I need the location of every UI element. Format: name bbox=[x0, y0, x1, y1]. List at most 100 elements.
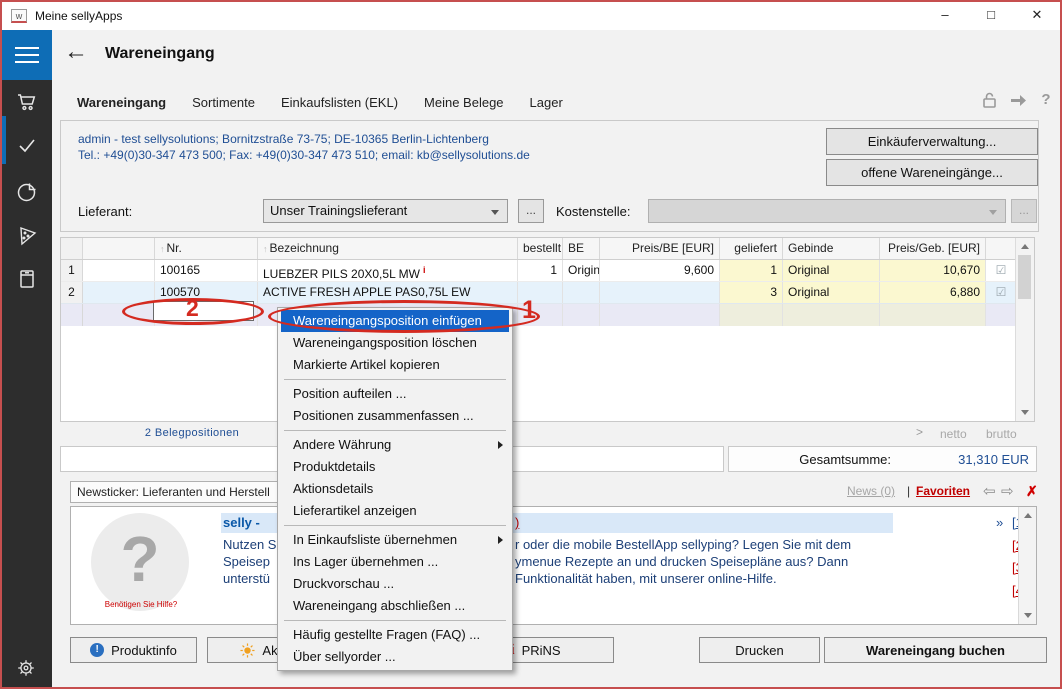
scroll-up-icon[interactable] bbox=[1021, 244, 1029, 249]
lieferant-label: Lieferant: bbox=[78, 204, 132, 219]
menu-item-in-einkaufsliste[interactable]: In Einkaufsliste übernehmen bbox=[278, 529, 512, 551]
app-window: w Meine sellyApps – □ ✕ bbox=[0, 0, 1062, 689]
favoriten-link[interactable]: Favoriten bbox=[916, 484, 970, 498]
menu-separator bbox=[284, 430, 506, 431]
news-scrollbar[interactable] bbox=[1018, 507, 1036, 624]
menu-item-druckvorschau[interactable]: Druckvorschau ... bbox=[278, 573, 512, 595]
help-icon[interactable]: ? bbox=[1036, 89, 1056, 111]
lock-icon[interactable] bbox=[980, 89, 1000, 111]
back-arrow-icon[interactable]: ← bbox=[64, 38, 88, 66]
news-body-text: r oder die mobile BestellApp sellyping? … bbox=[515, 537, 851, 552]
forward-arrow-icon[interactable] bbox=[1008, 89, 1028, 111]
menu-item-abschliessen[interactable]: Wareneingang abschließen ... bbox=[278, 595, 512, 617]
expander-icon[interactable]: > bbox=[916, 425, 923, 439]
table-header-row: ↑Nr. ↑Bezeichnung bestellt BE Preis/BE [… bbox=[61, 238, 1034, 260]
lieferant-more-button[interactable]: ... bbox=[518, 199, 544, 223]
scrollbar-thumb[interactable] bbox=[1018, 255, 1031, 299]
news-next-icon[interactable]: ⇨ bbox=[1001, 482, 1014, 500]
title-bar: w Meine sellyApps – □ ✕ bbox=[2, 2, 1060, 30]
news-prev-icon[interactable]: ⇦ bbox=[983, 482, 996, 500]
kostenstelle-more-button[interactable]: ... bbox=[1011, 199, 1037, 223]
total-box: Gesamtsumme: 31,310 EUR bbox=[728, 446, 1037, 472]
tab-bar: Wareneingang Sortimente Einkaufslisten (… bbox=[77, 95, 563, 110]
news-panel: ? Benötigen Sie Hilfe? selly - ) Nutzen … bbox=[70, 506, 1037, 625]
app-logo-icon: w bbox=[11, 9, 27, 23]
tab-sortimente[interactable]: Sortimente bbox=[192, 95, 255, 110]
active-nav-indicator bbox=[2, 116, 6, 164]
question-mark-icon: ? bbox=[91, 513, 189, 605]
scroll-down-icon[interactable] bbox=[1024, 613, 1032, 618]
row-check-icon[interactable]: ☑ bbox=[996, 285, 1007, 299]
menu-item-zusammenfassen[interactable]: Positionen zusammenfassen ... bbox=[278, 405, 512, 427]
maximize-button[interactable]: □ bbox=[968, 2, 1014, 30]
tab-wareneingang[interactable]: Wareneingang bbox=[77, 95, 166, 110]
table-row[interactable]: 1 100165 LUEBZER PILS 20X0,5L MWi 1 Orig… bbox=[61, 260, 1034, 282]
news-headline[interactable]: selly - bbox=[223, 515, 260, 530]
col-geliefert[interactable]: geliefert bbox=[720, 238, 783, 259]
menu-item-ins-lager[interactable]: Ins Lager übernehmen ... bbox=[278, 551, 512, 573]
submenu-arrow-icon bbox=[498, 536, 503, 544]
lieferant-select[interactable]: Unser Trainingslieferant bbox=[263, 199, 508, 223]
pie-chart-icon[interactable] bbox=[15, 180, 39, 204]
gear-icon[interactable] bbox=[15, 657, 37, 679]
supplier-panel: admin - test sellysolutions; Bornitzstra… bbox=[60, 120, 1039, 232]
col-nr[interactable]: ↑Nr. bbox=[155, 238, 258, 259]
check-icon[interactable] bbox=[15, 133, 39, 157]
window-title: Meine sellyApps bbox=[35, 9, 122, 23]
netto-label[interactable]: netto bbox=[940, 427, 967, 441]
news-body-text: Funktionalität haben, mit unserer online… bbox=[515, 571, 777, 586]
produktinfo-button[interactable]: ! Produktinfo bbox=[70, 637, 197, 663]
wareneingang-buchen-button[interactable]: Wareneingang buchen bbox=[824, 637, 1047, 663]
menu-item-faq[interactable]: Häufig gestellte Fragen (FAQ) ... bbox=[278, 624, 512, 646]
news-headline-link[interactable]: ) bbox=[515, 515, 519, 530]
minimize-button[interactable]: – bbox=[922, 2, 968, 30]
col-gebinde[interactable]: Gebinde bbox=[783, 238, 880, 259]
col-preis-geb[interactable]: Preis/Geb. [EUR] bbox=[880, 238, 986, 259]
pizza-icon[interactable] bbox=[15, 224, 39, 248]
tab-meine-belege[interactable]: Meine Belege bbox=[424, 95, 504, 110]
menu-item-produktdetails[interactable]: Produktdetails bbox=[278, 456, 512, 478]
col-preis-be[interactable]: Preis/BE [EUR] bbox=[600, 238, 720, 259]
menu-item-andere-waehrung[interactable]: Andere Währung bbox=[278, 434, 512, 456]
col-be[interactable]: BE bbox=[563, 238, 600, 259]
close-button[interactable]: ✕ bbox=[1014, 2, 1060, 30]
chevron-down-icon bbox=[989, 210, 997, 215]
help-caption: Benötigen Sie Hilfe? bbox=[81, 600, 201, 609]
nav-sidebar bbox=[2, 30, 52, 689]
hamburger-menu-button[interactable] bbox=[2, 30, 52, 80]
row-check-icon[interactable]: ☑ bbox=[996, 263, 1007, 277]
news-link[interactable]: News (0) bbox=[847, 484, 895, 498]
menu-item-kopieren[interactable]: Markierte Artikel kopieren bbox=[278, 354, 512, 376]
col-bestellt[interactable]: bestellt bbox=[518, 238, 563, 259]
brutto-label[interactable]: brutto bbox=[986, 427, 1017, 441]
sort-asc-icon: ↑ bbox=[263, 244, 268, 254]
offene-wareneingaenge-button[interactable]: offene Wareneingänge... bbox=[826, 159, 1038, 186]
help-image[interactable]: ? bbox=[91, 513, 189, 611]
tab-einkaufslisten[interactable]: Einkaufslisten (EKL) bbox=[281, 95, 398, 110]
sort-asc-icon: ↑ bbox=[160, 244, 165, 254]
menu-item-loeschen[interactable]: Wareneingangsposition löschen bbox=[278, 332, 512, 354]
menu-item-aktionsdetails[interactable]: Aktionsdetails bbox=[278, 478, 512, 500]
info-icon: ! bbox=[90, 643, 104, 657]
positions-table: ↑Nr. ↑Bezeichnung bestellt BE Preis/BE [… bbox=[60, 237, 1035, 422]
drucken-button[interactable]: Drucken bbox=[699, 637, 820, 663]
scroll-down-icon[interactable] bbox=[1021, 410, 1029, 415]
book-icon[interactable] bbox=[15, 267, 39, 291]
position-count: 2 Belegpositionen bbox=[112, 427, 272, 439]
kostenstelle-select[interactable] bbox=[648, 199, 1006, 223]
col-bezeichnung[interactable]: ↑Bezeichnung bbox=[258, 238, 518, 259]
tab-lager[interactable]: Lager bbox=[530, 95, 563, 110]
annotation-label-2: 2 bbox=[186, 295, 199, 322]
lieferant-value: Unser Trainingslieferant bbox=[270, 203, 407, 218]
annotation-ellipse-1 bbox=[268, 300, 540, 333]
news-body-text: ymenue Rezepte an und drucken Speiseplän… bbox=[515, 554, 848, 569]
menu-item-aufteilen[interactable]: Position aufteilen ... bbox=[278, 383, 512, 405]
menu-item-lieferartikel[interactable]: Lieferartikel anzeigen bbox=[278, 500, 512, 522]
cart-icon[interactable] bbox=[15, 90, 39, 114]
news-close-icon[interactable]: ✗ bbox=[1026, 483, 1038, 500]
menu-item-ueber[interactable]: Über sellyorder ... bbox=[278, 646, 512, 668]
table-scrollbar[interactable] bbox=[1015, 238, 1034, 421]
headline-chevron-icon: » bbox=[996, 515, 1003, 530]
einkaeuferverwaltung-button[interactable]: Einkäuferverwaltung... bbox=[826, 128, 1038, 155]
scroll-up-icon[interactable] bbox=[1024, 513, 1032, 518]
